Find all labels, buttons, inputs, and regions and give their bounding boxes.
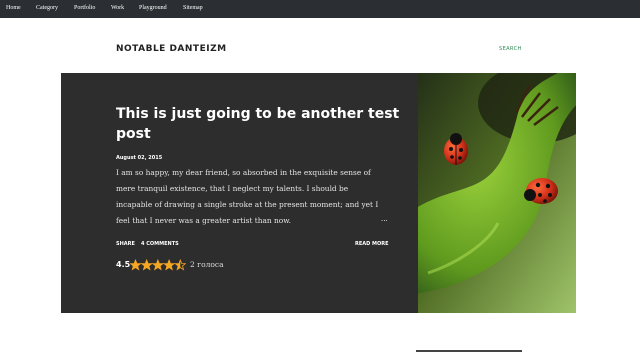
- nav-link-portfolio[interactable]: Portfolio: [74, 5, 95, 12]
- photo-illustration: [418, 73, 576, 313]
- star-rating[interactable]: [130, 259, 186, 271]
- comments-link[interactable]: 4 COMMENTS: [141, 241, 179, 247]
- star-icon[interactable]: [162, 259, 176, 271]
- nav-link-sitemap[interactable]: Sitemap: [183, 5, 203, 12]
- star-icon[interactable]: [140, 259, 153, 271]
- post-date: August 02, 2015: [116, 155, 163, 161]
- top-navigation-bar: Home Category Portfolio Work Playground …: [0, 0, 640, 18]
- nav-link-home[interactable]: Home: [6, 5, 21, 12]
- post-snippet: I am so happy, my dear friend, so absorb…: [116, 168, 379, 225]
- read-more-link[interactable]: READ MORE: [355, 241, 389, 247]
- blog-title[interactable]: NOTABLE DANTEIZM: [116, 44, 227, 54]
- star-icon[interactable]: [151, 259, 165, 271]
- share-button[interactable]: SHARE: [116, 241, 135, 247]
- ladybugs-on-plant-stem-photo[interactable]: [418, 73, 576, 313]
- star-icon[interactable]: [174, 259, 186, 271]
- snippet-ellipsis: ...: [381, 214, 388, 223]
- nav-link-work[interactable]: Work: [111, 5, 124, 12]
- nav-link-playground[interactable]: Playground: [139, 5, 167, 12]
- bottom-divider: [416, 350, 522, 352]
- nav-link-category[interactable]: Category: [36, 5, 58, 12]
- rating-votes: 2 голоса: [190, 260, 224, 269]
- rating-value: 4.5: [116, 260, 131, 269]
- post-title[interactable]: This is just going to be another test po…: [116, 104, 406, 144]
- search-button[interactable]: SEARCH: [499, 46, 522, 52]
- star-icon[interactable]: [130, 259, 142, 271]
